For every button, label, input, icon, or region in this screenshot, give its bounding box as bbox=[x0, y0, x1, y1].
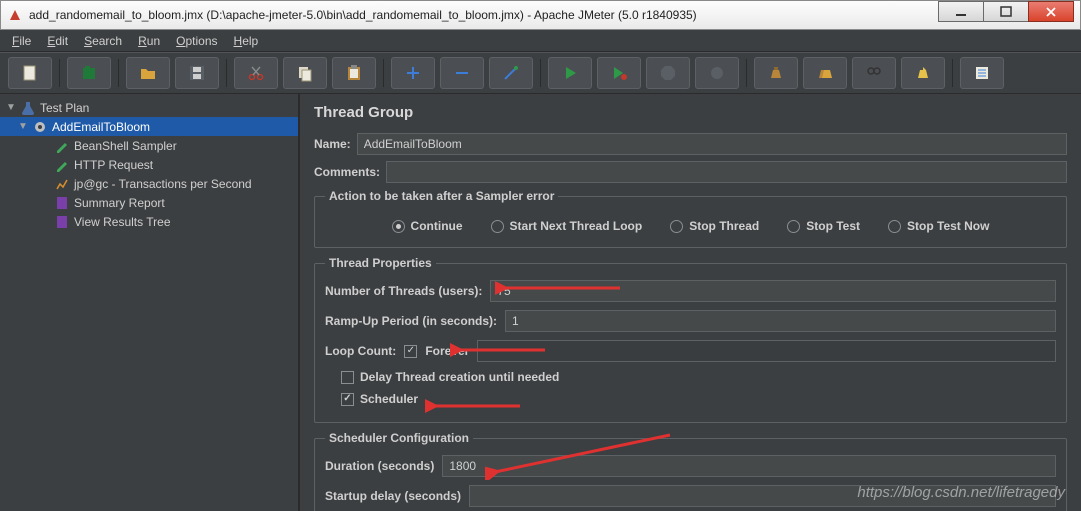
radio-icon bbox=[787, 220, 800, 233]
tool-start-no-timers[interactable] bbox=[597, 57, 641, 89]
tool-paste[interactable] bbox=[332, 57, 376, 89]
radio-icon bbox=[888, 220, 901, 233]
panel-heading: Thread Group bbox=[314, 104, 1067, 121]
radio-stop-thread[interactable]: Stop Thread bbox=[670, 219, 759, 233]
tree-expand-icon[interactable]: ▼ bbox=[6, 102, 16, 113]
tree-label: jp@gc - Transactions per Second bbox=[74, 177, 252, 191]
radio-stop-test[interactable]: Stop Test bbox=[787, 219, 860, 233]
tree-row-tps[interactable]: jp@gc - Transactions per Second bbox=[0, 174, 298, 193]
thread-properties-fieldset: Thread Properties Number of Threads (use… bbox=[314, 256, 1067, 423]
forever-checkbox[interactable] bbox=[404, 345, 417, 358]
tool-open[interactable] bbox=[126, 57, 170, 89]
comments-input[interactable] bbox=[386, 161, 1067, 183]
rampup-label: Ramp-Up Period (in seconds): bbox=[325, 314, 497, 328]
scheduler-label: Scheduler bbox=[360, 392, 418, 406]
tree-label: HTTP Request bbox=[74, 158, 153, 172]
thread-properties-legend: Thread Properties bbox=[325, 256, 436, 270]
tool-reset-search[interactable] bbox=[901, 57, 945, 89]
tool-toggle[interactable] bbox=[489, 57, 533, 89]
rampup-input[interactable] bbox=[505, 310, 1056, 332]
menu-search[interactable]: Search bbox=[76, 32, 130, 50]
loop-count-input[interactable] bbox=[477, 340, 1056, 362]
scheduler-config-legend: Scheduler Configuration bbox=[325, 431, 473, 445]
tool-clear-all[interactable] bbox=[803, 57, 847, 89]
menu-help[interactable]: Help bbox=[226, 32, 267, 50]
menu-options[interactable]: Options bbox=[168, 32, 225, 50]
tool-cut[interactable] bbox=[234, 57, 278, 89]
tree-row-thread-group[interactable]: ▼ AddEmailToBloom bbox=[0, 117, 298, 136]
radio-continue[interactable]: Continue bbox=[392, 219, 463, 233]
doc-icon bbox=[54, 214, 70, 230]
flask-icon bbox=[20, 100, 36, 116]
app-icon bbox=[7, 7, 23, 23]
tree-row-http-request[interactable]: HTTP Request bbox=[0, 155, 298, 174]
tool-new[interactable] bbox=[8, 57, 52, 89]
delay-label: Delay Thread creation until needed bbox=[360, 370, 559, 384]
delay-checkbox[interactable] bbox=[341, 371, 354, 384]
menu-edit[interactable]: Edit bbox=[39, 32, 76, 50]
window-close-button[interactable] bbox=[1028, 1, 1074, 22]
threads-label: Number of Threads (users): bbox=[325, 284, 482, 298]
tool-save[interactable] bbox=[175, 57, 219, 89]
watermark: https://blog.csdn.net/lifetragedy bbox=[857, 484, 1065, 501]
toolbar bbox=[0, 52, 1081, 94]
tree-label: Test Plan bbox=[40, 101, 89, 115]
tree-label: BeanShell Sampler bbox=[74, 139, 177, 153]
tool-start[interactable] bbox=[548, 57, 592, 89]
menu-file[interactable]: File bbox=[4, 32, 39, 50]
loop-label: Loop Count: bbox=[325, 344, 396, 358]
sampler-error-fieldset: Action to be taken after a Sampler error… bbox=[314, 189, 1067, 248]
radio-stop-test-now[interactable]: Stop Test Now bbox=[888, 219, 989, 233]
window-maximize-button[interactable] bbox=[983, 1, 1029, 22]
tree-row-results-tree[interactable]: View Results Tree bbox=[0, 212, 298, 231]
tool-search[interactable] bbox=[852, 57, 896, 89]
tool-collapse[interactable] bbox=[440, 57, 484, 89]
config-panel: Thread Group Name: Comments: Action to b… bbox=[300, 94, 1081, 511]
tool-copy[interactable] bbox=[283, 57, 327, 89]
radio-icon bbox=[491, 220, 504, 233]
name-label: Name: bbox=[314, 137, 351, 151]
tool-shutdown[interactable] bbox=[695, 57, 739, 89]
menubar: File Edit Search Run Options Help bbox=[0, 30, 1081, 52]
sampler-error-legend: Action to be taken after a Sampler error bbox=[325, 189, 558, 203]
name-input[interactable] bbox=[357, 133, 1067, 155]
comments-label: Comments: bbox=[314, 165, 380, 179]
test-plan-tree[interactable]: ▼ Test Plan ▼ AddEmailToBloom BeanShell … bbox=[0, 94, 300, 511]
pen-icon bbox=[54, 157, 70, 173]
window-title: add_randomemail_to_bloom.jmx (D:\apache-… bbox=[29, 8, 939, 22]
window-minimize-button[interactable] bbox=[938, 1, 984, 22]
radio-icon bbox=[670, 220, 683, 233]
tree-row-summary[interactable]: Summary Report bbox=[0, 193, 298, 212]
window-titlebar: add_randomemail_to_bloom.jmx (D:\apache-… bbox=[0, 0, 1081, 30]
tool-templates[interactable] bbox=[67, 57, 111, 89]
graph-icon bbox=[54, 176, 70, 192]
gear-icon bbox=[32, 119, 48, 135]
tree-expand-icon[interactable]: ▼ bbox=[18, 121, 28, 132]
pen-icon bbox=[54, 138, 70, 154]
radio-start-next[interactable]: Start Next Thread Loop bbox=[491, 219, 643, 233]
tool-expand[interactable] bbox=[391, 57, 435, 89]
tree-label: View Results Tree bbox=[74, 215, 171, 229]
duration-label: Duration (seconds) bbox=[325, 459, 434, 473]
tool-function-helper[interactable] bbox=[960, 57, 1004, 89]
doc-icon bbox=[54, 195, 70, 211]
duration-input[interactable] bbox=[442, 455, 1056, 477]
tool-stop[interactable] bbox=[646, 57, 690, 89]
forever-label: Forever bbox=[425, 344, 469, 358]
tree-label: Summary Report bbox=[74, 196, 165, 210]
tool-clear[interactable] bbox=[754, 57, 798, 89]
radio-icon bbox=[392, 220, 405, 233]
scheduler-checkbox[interactable] bbox=[341, 393, 354, 406]
tree-label: AddEmailToBloom bbox=[52, 120, 150, 134]
threads-input[interactable] bbox=[490, 280, 1056, 302]
tree-row-beanshell[interactable]: BeanShell Sampler bbox=[0, 136, 298, 155]
menu-run[interactable]: Run bbox=[130, 32, 168, 50]
startup-delay-label: Startup delay (seconds) bbox=[325, 489, 461, 503]
tree-row-test-plan[interactable]: ▼ Test Plan bbox=[0, 98, 298, 117]
